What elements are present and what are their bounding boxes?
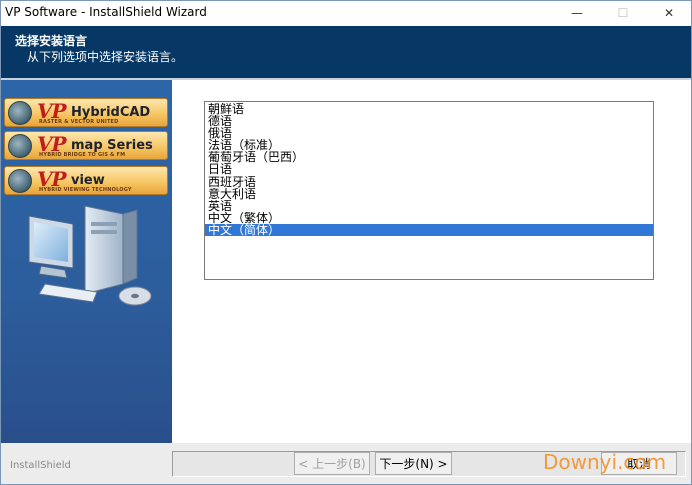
step-subtitle: 从下列选项中选择安装语言。 xyxy=(27,50,184,64)
watermark: Downyi.com xyxy=(543,450,667,474)
language-option[interactable]: 日语 xyxy=(205,163,653,175)
maximize-button: ☐ xyxy=(600,0,646,26)
language-option[interactable]: 中文（繁体） xyxy=(205,212,653,224)
language-listbox[interactable]: 朝鲜语 德语 俄语 法语（标准） 葡萄牙语（巴西） 日语 西班牙语 意大利语 英语 中文（繁体）中… xyxy=(204,101,654,280)
side-banner: VP HybridCAD RASTER & VECTOR UNITED VP m… xyxy=(1,80,172,443)
title-bar: VP Software - InstallShield Wizard — ☐ ✕ xyxy=(0,0,692,26)
logo-tagline: RASTER & VECTOR UNITED xyxy=(39,119,119,125)
language-option[interactable]: 朝鲜语 xyxy=(205,103,653,115)
language-option[interactable]: 英语 xyxy=(205,200,653,212)
close-button[interactable]: ✕ xyxy=(646,0,692,26)
language-option[interactable]: 中文（简体） xyxy=(205,223,653,237)
logo-product-name: map Series xyxy=(71,138,153,153)
language-option[interactable]: 西班牙语 xyxy=(205,176,653,188)
step-title: 选择安装语言 xyxy=(15,34,88,48)
language-option[interactable]: 俄语 xyxy=(205,127,653,139)
minimize-button[interactable]: — xyxy=(554,0,600,26)
window-title: VP Software - InstallShield Wizard xyxy=(5,5,207,19)
language-list: 朝鲜语 德语 俄语 法语（标准） 葡萄牙语（巴西） 日语 西班牙语 意大利语 英语 中文（繁体）中… xyxy=(205,102,653,237)
eye-disc-icon xyxy=(8,101,32,125)
eye-disc-icon xyxy=(8,169,32,193)
logo-product-name: HybridCAD xyxy=(71,105,151,120)
logo-tagline: HYBRID VIEWING TECHNOLOGY xyxy=(39,187,132,193)
language-option[interactable]: 法语（标准） xyxy=(205,139,653,151)
wizard-header: 选择安装语言 从下列选项中选择安装语言。 xyxy=(1,26,691,78)
map-series-logo: VP map Series HYBRID BRIDGE TO GIS & FM xyxy=(4,131,168,160)
language-option[interactable]: 意大利语 xyxy=(205,188,653,200)
language-option[interactable]: 德语 xyxy=(205,115,653,127)
maximize-icon: ☐ xyxy=(617,6,629,20)
close-icon: ✕ xyxy=(663,6,675,20)
eye-disc-icon xyxy=(8,134,32,158)
minimize-icon: — xyxy=(571,6,583,20)
computer-illustration-icon xyxy=(28,205,152,306)
language-option[interactable]: 葡萄牙语（巴西） xyxy=(205,151,653,163)
back-button: < 上一步(B) xyxy=(294,452,370,475)
logo-product-name: view xyxy=(71,173,105,188)
installshield-brand: InstallShield xyxy=(10,460,71,471)
next-button[interactable]: 下一步(N) > xyxy=(375,452,452,475)
hybridcad-logo: VP HybridCAD RASTER & VECTOR UNITED xyxy=(4,98,168,127)
view-logo: VP view HYBRID VIEWING TECHNOLOGY xyxy=(4,166,168,195)
logo-tagline: HYBRID BRIDGE TO GIS & FM xyxy=(39,152,126,158)
